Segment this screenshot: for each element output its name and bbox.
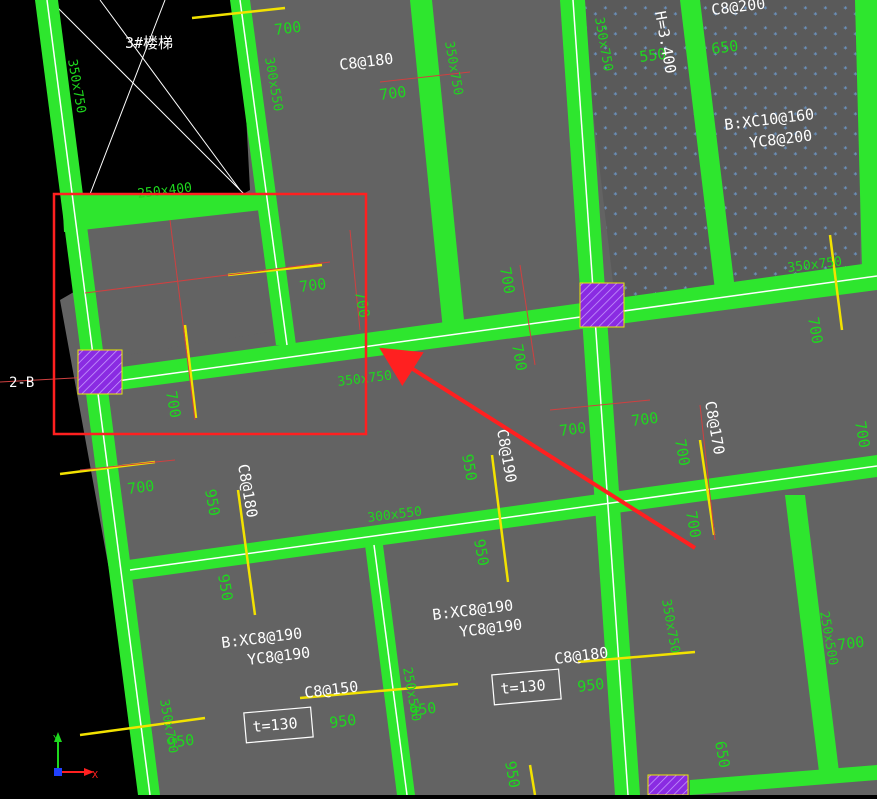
dim-label: 650 — [710, 37, 739, 58]
dim-label: 950 — [408, 699, 437, 720]
axis-label: 2-B — [9, 375, 34, 391]
dim-label: 950 — [166, 731, 195, 752]
ucs-x-label: X — [92, 770, 98, 781]
structural-plan: * * 3#楼梯 — [0, 0, 877, 796]
column — [77, 349, 123, 395]
dim-label: 700 — [630, 409, 659, 430]
dim-label: 700 — [558, 419, 587, 440]
dim-label: 950 — [328, 711, 357, 732]
column — [647, 774, 689, 796]
shaft-label: 3#楼梯 — [125, 34, 173, 52]
dim-label: 700 — [126, 477, 155, 498]
column — [579, 282, 625, 328]
dim-label: 700 — [378, 83, 407, 104]
dim-label: 700 — [298, 275, 327, 296]
cad-drawing-viewport[interactable]: * * 3#楼梯 — [0, 0, 877, 796]
dim-label: 700 — [273, 18, 302, 39]
dim-label: 700 — [836, 633, 865, 654]
dim-label: 950 — [576, 675, 605, 696]
ucs-y-label: Y — [53, 734, 59, 745]
